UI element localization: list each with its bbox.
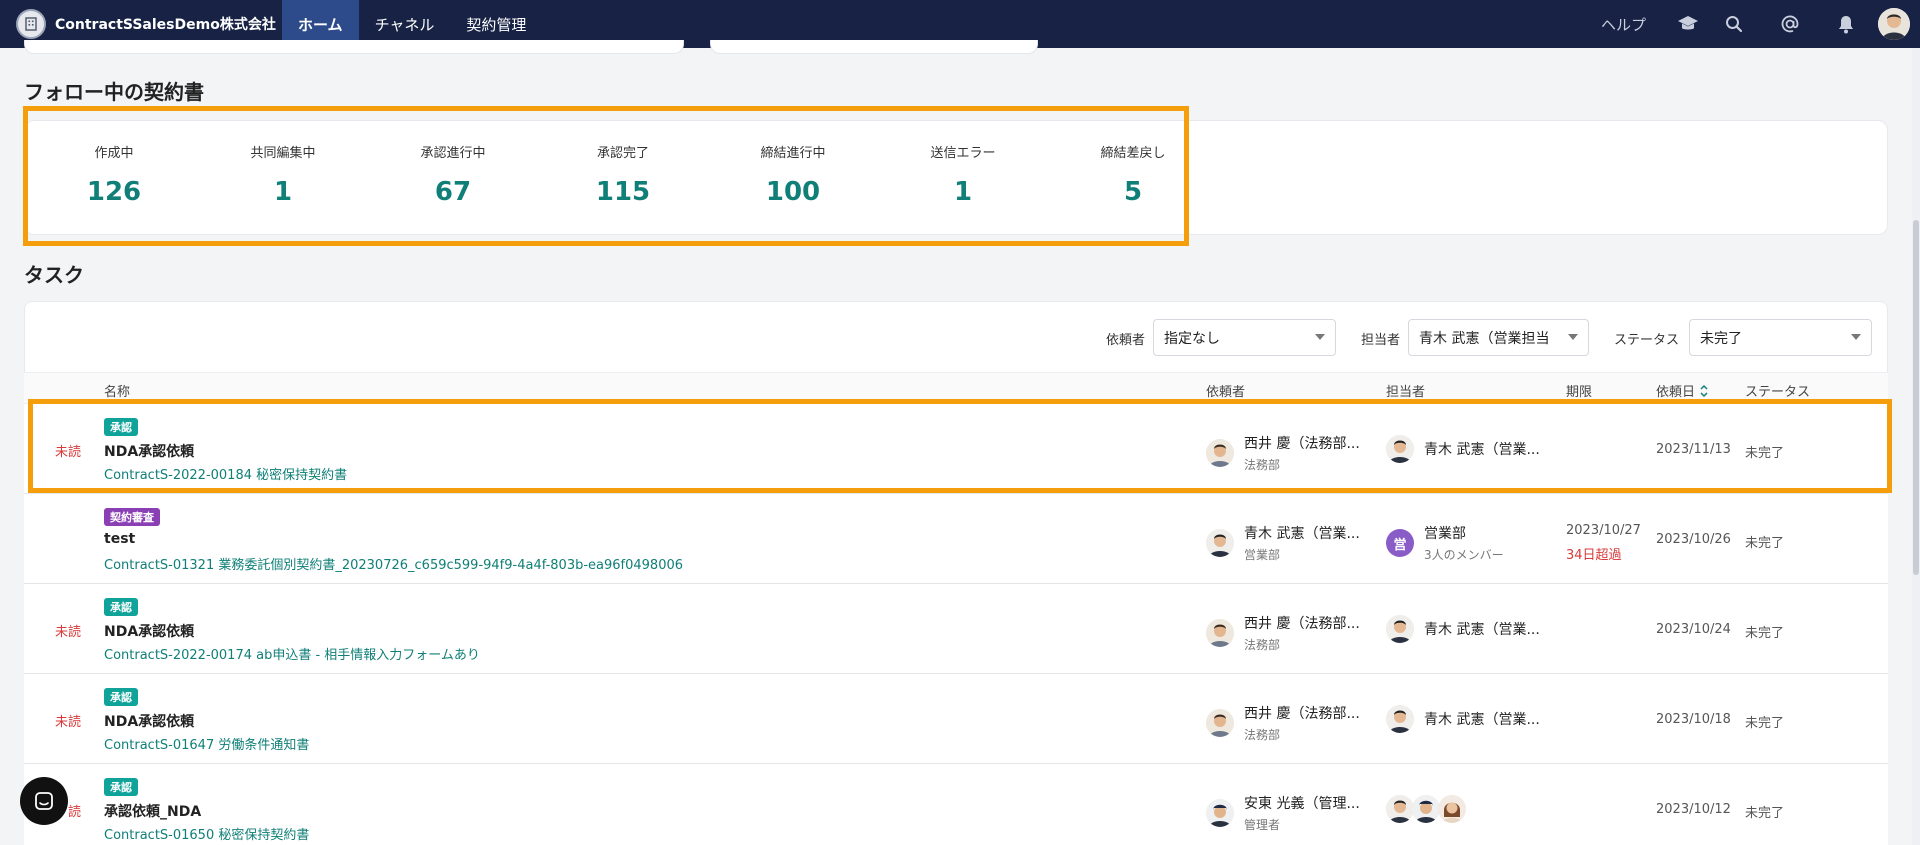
requester-name: 青木 武憲（営業... xyxy=(1244,526,1360,542)
requester-name: 安東 光義（管理... xyxy=(1244,796,1360,812)
tasks-section-title: タスク xyxy=(24,263,84,287)
contract-link[interactable]: ContractS-01321 業務委託個別契約書_20230726_c659c… xyxy=(104,554,683,573)
status-filter-label: ステータス xyxy=(1614,333,1680,348)
unread-label: 未読 xyxy=(55,715,82,730)
status-filter-select[interactable]: 未完了 xyxy=(1689,319,1872,356)
assignee-avatars xyxy=(1386,795,1466,823)
approval-badge: 承認 xyxy=(104,688,138,706)
avatar xyxy=(1386,615,1414,643)
assignee-filter-select[interactable]: 青木 武憲（営業担当 xyxy=(1408,319,1589,356)
requester: 青木 武憲（営業... 営業部 xyxy=(1206,523,1360,563)
approval-badge: 承認 xyxy=(104,598,138,616)
avatar xyxy=(1206,619,1234,647)
assignee: 営 営業部 3人のメンバー xyxy=(1386,523,1504,563)
company-name: ContractSSalesDemo株式会社 xyxy=(55,17,276,33)
contract-link[interactable]: ContractS-01650 秘密保持契約書 xyxy=(104,824,309,843)
column-header-name[interactable]: 名称 xyxy=(104,381,130,400)
help-link[interactable]: ヘルプ xyxy=(1601,14,1646,35)
requester-filter-value: 指定なし xyxy=(1164,330,1220,347)
building-icon xyxy=(16,9,46,39)
contract-review-badge: 契約審査 xyxy=(104,508,160,526)
at-sign-icon[interactable] xyxy=(1770,0,1810,48)
due-date: 2023/10/27 xyxy=(1566,523,1641,538)
requester-filter-label: 依頼者 xyxy=(1106,333,1146,348)
requested-date: 2023/10/12 xyxy=(1656,802,1731,817)
requester-name: 西井 慶（法務部... xyxy=(1244,616,1360,632)
chevron-down-icon xyxy=(1315,334,1325,340)
row-highlight-box xyxy=(28,399,1892,493)
requested-date: 2023/10/24 xyxy=(1656,622,1731,637)
chat-icon xyxy=(35,792,53,810)
column-header-status[interactable]: ステータス xyxy=(1745,381,1810,400)
task-status: 未完了 xyxy=(1745,806,1785,821)
avatar xyxy=(1386,795,1414,823)
requester-name: 西井 慶（法務部... xyxy=(1244,706,1360,722)
requester: 西井 慶（法務部... 法務部 xyxy=(1206,703,1360,743)
assignee-name: 青木 武憲（営業... xyxy=(1424,712,1540,728)
search-icon[interactable] xyxy=(1714,0,1754,48)
requester-department: 法務部 xyxy=(1244,728,1281,742)
sort-icon[interactable] xyxy=(1699,384,1709,398)
requester-filter-select[interactable]: 指定なし xyxy=(1153,319,1336,356)
assignee: 青木 武憲（営業... xyxy=(1386,705,1540,733)
stats-highlight-box xyxy=(23,106,1189,246)
avatar xyxy=(1206,709,1234,737)
assignee-name: 青木 武憲（営業... xyxy=(1424,622,1540,638)
task-status: 未完了 xyxy=(1745,716,1785,731)
avatar xyxy=(1206,529,1234,557)
task-name[interactable]: test xyxy=(104,531,135,547)
column-header-requester[interactable]: 依頼者 xyxy=(1206,381,1245,400)
avatar xyxy=(1412,795,1440,823)
approval-badge: 承認 xyxy=(104,778,138,796)
graduation-cap-icon[interactable] xyxy=(1668,0,1708,48)
assignee-name: 営業部 xyxy=(1424,526,1466,542)
requester-department: 管理者 xyxy=(1244,818,1281,832)
unread-label: 未読 xyxy=(55,625,82,640)
requested-date: 2023/10/26 xyxy=(1656,532,1731,547)
assignee-filter-value: 青木 武憲（営業担当 xyxy=(1419,330,1550,347)
task-name[interactable]: NDA承認依頼 xyxy=(104,711,194,731)
contract-link[interactable]: ContractS-01647 労働条件通知書 xyxy=(104,734,309,753)
requester: 西井 慶（法務部... 法務部 xyxy=(1206,613,1360,653)
assignee-member-count: 3人のメンバー xyxy=(1424,548,1504,562)
requested-date: 2023/10/18 xyxy=(1656,712,1731,727)
requester: 安東 光義（管理... 管理者 xyxy=(1206,793,1360,833)
requester-department: 法務部 xyxy=(1244,638,1281,652)
overdue-label: 34日超過 xyxy=(1566,548,1622,563)
column-header-label: 依頼日 xyxy=(1656,385,1696,400)
column-header-due[interactable]: 期限 xyxy=(1566,381,1592,400)
chevron-down-icon xyxy=(1568,334,1578,340)
column-header-requested-date[interactable]: 依頼日 xyxy=(1656,381,1709,400)
avatar xyxy=(1206,799,1234,827)
requester-department: 営業部 xyxy=(1244,548,1281,562)
chevron-down-icon xyxy=(1851,334,1861,340)
avatar xyxy=(1438,795,1466,823)
task-status: 未完了 xyxy=(1745,536,1785,551)
partial-card-right xyxy=(710,40,1038,54)
status-filter-value: 未完了 xyxy=(1700,330,1742,347)
task-name[interactable]: NDA承認依頼 xyxy=(104,621,194,641)
assignee: 青木 武憲（営業... xyxy=(1386,615,1540,643)
user-avatar[interactable] xyxy=(1878,8,1910,40)
follow-section-title: フォロー中の契約書 xyxy=(24,80,204,104)
task-status: 未完了 xyxy=(1745,626,1785,641)
chat-support-button[interactable] xyxy=(20,777,68,825)
bell-icon[interactable] xyxy=(1826,0,1866,48)
contract-link[interactable]: ContractS-2022-00174 ab申込書 - 相手情報入力フォームあ… xyxy=(104,644,480,663)
task-name[interactable]: 承認依頼_NDA xyxy=(104,801,201,821)
unread-label: 読 xyxy=(68,805,82,820)
group-avatar: 営 xyxy=(1386,529,1414,557)
assignee-filter-label: 担当者 xyxy=(1361,333,1401,348)
avatar xyxy=(1386,705,1414,733)
column-header-assignee[interactable]: 担当者 xyxy=(1386,381,1425,400)
partial-card-left xyxy=(24,40,684,54)
scrollbar-thumb[interactable] xyxy=(1913,220,1919,575)
